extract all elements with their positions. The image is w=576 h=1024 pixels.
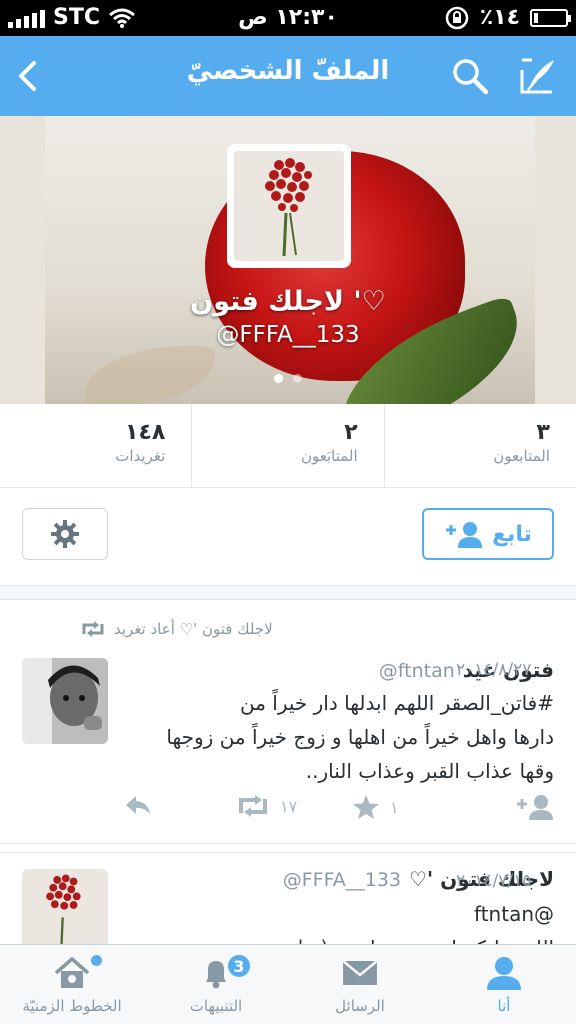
search-button[interactable] bbox=[448, 54, 492, 98]
profile-screen: STC ١٢:٣٠ ص ٪١٤ الملفّ الشخصيّ لاجلك فتو… bbox=[0, 0, 576, 1024]
stat-followers[interactable]: ٣ المتابعون bbox=[385, 404, 576, 487]
add-user-icon bbox=[517, 795, 553, 820]
profile-header: لاجلك فتون '♡ @FFFA__133 bbox=[0, 116, 576, 404]
tab-label: الرسائل bbox=[335, 997, 385, 1015]
retweet-note: لاجلك فتون '♡ أعاد تغريد bbox=[80, 620, 273, 638]
star-icon bbox=[353, 795, 379, 819]
settings-button[interactable] bbox=[22, 508, 108, 560]
person-icon bbox=[487, 957, 521, 990]
tab-label: الخطوط الزمنيّة bbox=[22, 997, 122, 1015]
favorite-count: ١ bbox=[390, 797, 399, 817]
home-icon bbox=[54, 957, 90, 988]
new-content-dot bbox=[91, 955, 102, 966]
stat-label: المتابَعون bbox=[300, 447, 358, 465]
page-dot bbox=[293, 374, 302, 383]
nav-bar: الملفّ الشخصيّ bbox=[0, 36, 576, 116]
battery-level-fill bbox=[534, 12, 538, 23]
retweet-icon bbox=[239, 795, 267, 817]
retweet-note-text: لاجلك فتون '♡ أعاد تغريد bbox=[114, 620, 273, 638]
tab-notifications[interactable]: 3 التنبيهات bbox=[144, 945, 288, 1024]
favorite-button[interactable]: ١ bbox=[352, 794, 399, 820]
tab-label: أنا bbox=[497, 997, 511, 1015]
tab-bar: الخطوط الزمنيّة 3 التنبيهات الرسائل أنا bbox=[0, 944, 576, 1024]
retweet-icon bbox=[82, 621, 104, 637]
profile-stats: ١٤٨ تغريدات ٢ المتابَعون ٣ المتابعون bbox=[0, 404, 576, 488]
profile-avatar[interactable] bbox=[227, 144, 351, 268]
notification-badge: 3 bbox=[226, 953, 252, 979]
bouquet-image bbox=[265, 158, 312, 257]
stat-label: تغريدات bbox=[115, 447, 166, 465]
tab-messages[interactable]: الرسائل bbox=[288, 945, 432, 1024]
stat-value: ١٤٨ bbox=[125, 420, 166, 445]
rotation-lock-icon bbox=[445, 6, 468, 29]
header-page-dots bbox=[0, 374, 576, 383]
follow-label: تابع bbox=[492, 521, 532, 547]
stat-value: ٢ bbox=[344, 420, 358, 445]
page-dot-active bbox=[274, 374, 283, 383]
stat-label: المتابعون bbox=[493, 447, 550, 465]
envelope-icon bbox=[342, 960, 378, 985]
profile-handle: @FFFA__133 bbox=[216, 322, 360, 348]
follow-author-button[interactable] bbox=[516, 794, 554, 820]
tab-label: التنبيهات bbox=[189, 997, 243, 1015]
tweet-item[interactable]: لاجلك فتون '♡ @FFFA__133 ٢٠١٤/٧/١٥ @ftnt… bbox=[0, 852, 576, 960]
tweet-avatar[interactable] bbox=[22, 658, 108, 744]
stat-value: ٣ bbox=[536, 420, 550, 445]
tweet-author-handle[interactable]: @ftntan bbox=[379, 660, 455, 682]
compose-icon bbox=[520, 58, 554, 94]
compose-button[interactable] bbox=[516, 54, 560, 98]
gear-icon bbox=[51, 520, 79, 548]
bouquet-image bbox=[46, 874, 81, 955]
battery-icon bbox=[530, 8, 571, 27]
reply-button[interactable] bbox=[124, 794, 152, 816]
reply-icon bbox=[126, 796, 150, 814]
status-bar: STC ١٢:٣٠ ص ٪١٤ bbox=[0, 0, 576, 36]
tab-me[interactable]: أنا bbox=[432, 945, 576, 1024]
profile-actions: تابع bbox=[0, 488, 576, 586]
tweet-date: ٢٠١٤/٨/٢٧ bbox=[456, 660, 532, 680]
tweet-avatar[interactable] bbox=[22, 869, 108, 955]
search-icon bbox=[453, 59, 489, 95]
tweet-author-handle[interactable]: @FFFA__133 bbox=[283, 869, 401, 891]
child-photo bbox=[22, 658, 108, 744]
section-divider bbox=[0, 586, 576, 600]
tweet-date: ٢٠١٤/٧/١٥ bbox=[456, 871, 532, 891]
tweet-actions: ١٧ ١ bbox=[124, 794, 554, 824]
add-user-icon bbox=[446, 522, 483, 548]
profile-name: لاجلك فتون '♡ bbox=[190, 286, 386, 317]
battery-percent: ٪١٤ bbox=[479, 5, 520, 30]
follow-button[interactable]: تابع bbox=[422, 508, 554, 560]
stat-following[interactable]: ٢ المتابَعون bbox=[192, 404, 385, 487]
tweet-text: #فاتن_الصقر اللهم ابدلها دار خيراً من دا… bbox=[166, 691, 554, 783]
tweet-item[interactable]: لاجلك فتون '♡ أعاد تغريد فتون عيد @ftnta… bbox=[0, 600, 576, 844]
stat-tweets[interactable]: ١٤٨ تغريدات bbox=[0, 404, 193, 487]
retweet-count: ١٧ bbox=[280, 796, 298, 816]
tab-timelines[interactable]: الخطوط الزمنيّة bbox=[0, 945, 144, 1024]
retweet-button[interactable]: ١٧ bbox=[236, 794, 297, 818]
